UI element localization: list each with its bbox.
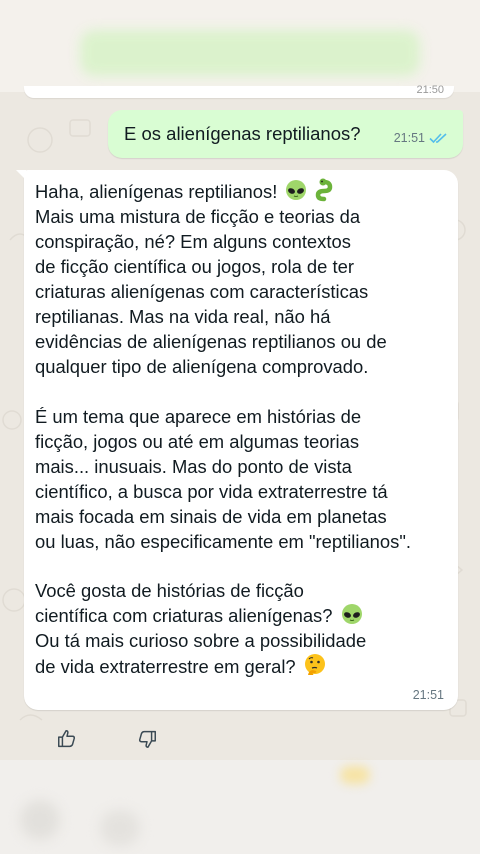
alien-emoji-icon	[341, 604, 362, 624]
alien-emoji-icon	[286, 180, 307, 200]
thumbs-up-icon[interactable]	[56, 728, 78, 750]
message-line: de ficção científica ou jogos, rola de t…	[35, 256, 354, 277]
message-line: ficção, jogos ou até em algumas teorias	[35, 431, 360, 452]
previous-message-edge: 21:50	[24, 84, 454, 98]
message-line: É um tema que aparece em histórias de	[35, 406, 362, 427]
thumbs-down-icon[interactable]	[136, 728, 158, 750]
message-line: científico, a busca por vida extraterres…	[35, 481, 388, 502]
snake-emoji-icon	[316, 178, 333, 202]
bubble-tail	[16, 170, 26, 180]
message-paragraph-3: Você gosta de histórias de ficção cientí…	[35, 578, 455, 679]
double-check-icon	[429, 133, 447, 144]
message-line: Ou tá mais curioso sobre a possibilidade	[35, 630, 367, 651]
blurred-footer	[0, 760, 480, 854]
message-line: mais... inusuais. Mas do ponto de vista	[35, 456, 352, 477]
message-line: de vida extraterrestre em geral?	[35, 653, 455, 679]
incoming-message-time: 21:51	[412, 688, 444, 702]
message-paragraph-1: Haha, alienígenas reptilianos! Mais uma …	[35, 178, 455, 379]
message-line: científica com criaturas alienígenas?	[35, 603, 455, 628]
message-feedback-actions	[56, 728, 158, 750]
outgoing-message-text: E os alienígenas reptilianos?	[124, 123, 361, 144]
message-paragraph-2: É um tema que aparece em histórias de fi…	[35, 404, 455, 554]
message-line: criaturas alienígenas com característica…	[35, 281, 369, 302]
blurred-footer-element	[20, 800, 60, 840]
message-line: Você gosta de histórias de ficção	[35, 580, 304, 601]
message-line: reptilianas. Mas na vida real, não há	[35, 306, 331, 327]
outgoing-message-bubble[interactable]: E os alienígenas reptilianos? 21:51	[108, 110, 463, 158]
outgoing-message-time: 21:51	[393, 131, 425, 145]
incoming-message-bubble[interactable]: Haha, alienígenas reptilianos! Mais uma …	[16, 170, 458, 710]
message-line: ou luas, não especificamente em "reptili…	[35, 531, 411, 552]
thinking-emoji-icon	[304, 654, 325, 675]
message-line: mais focada em sinais de vida em planeta…	[35, 506, 387, 527]
blurred-footer-element	[100, 810, 140, 846]
blurred-footer-element	[340, 766, 370, 784]
message-line: conspiração, né? Em alguns contextos	[35, 231, 351, 252]
blurred-previous-message	[80, 30, 420, 76]
previous-message-time: 21:50	[416, 84, 444, 96]
message-line: Haha, alienígenas reptilianos!	[35, 178, 455, 204]
message-line: evidências de alienígenas reptilianos ou…	[35, 331, 387, 352]
outgoing-message-meta: 21:51	[394, 131, 449, 145]
message-line: Mais uma mistura de ficção e teorias da	[35, 206, 361, 227]
message-line: qualquer tipo de alienígena comprovado.	[35, 356, 369, 377]
